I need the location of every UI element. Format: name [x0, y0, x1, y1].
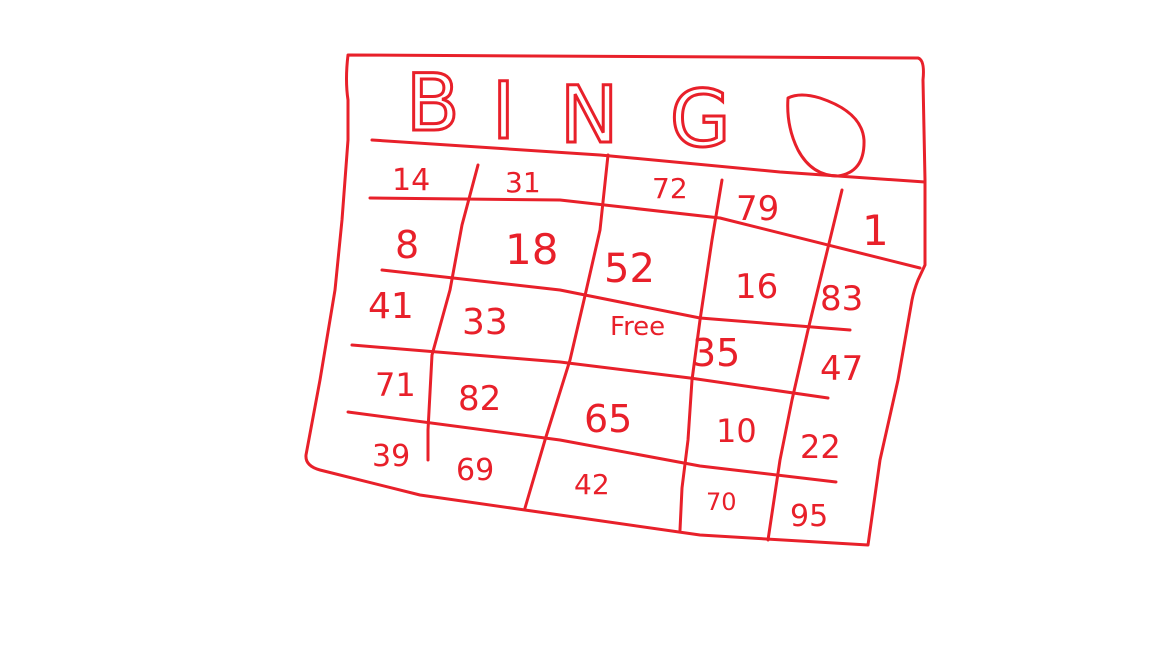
- cell-i1: 31: [505, 166, 541, 199]
- cell-g5: 70: [706, 488, 737, 516]
- cell-b4: 71: [375, 366, 416, 404]
- cell-i3: 33: [462, 302, 508, 343]
- title-letter-o: [786, 93, 866, 178]
- cell-i2: 18: [505, 225, 558, 274]
- cell-i4: 82: [458, 379, 501, 419]
- cell-o4: 22: [800, 428, 841, 466]
- cell-o2: 83: [820, 279, 863, 319]
- bingo-card-drawing: B I N G O 14 31 72 79 1 8 18 52 16 83 41…: [304, 53, 927, 547]
- cell-n3-free: Free: [610, 312, 665, 342]
- cell-o1: 1: [862, 206, 889, 255]
- cell-b3: 41: [368, 286, 414, 327]
- cell-b2: 8: [395, 223, 419, 267]
- col-line-2: [523, 153, 610, 510]
- cell-g1: 79: [736, 189, 779, 229]
- cell-b5: 39: [372, 439, 410, 474]
- cell-o3: 47: [820, 349, 863, 389]
- title-letter-b: B: [406, 59, 460, 149]
- cell-g3: 35: [692, 331, 740, 375]
- cell-g2: 16: [735, 267, 778, 307]
- title-letter-n: N: [560, 71, 618, 161]
- title-letter-g: G: [670, 75, 730, 165]
- cell-n2: 52: [604, 246, 655, 292]
- cell-n4: 65: [584, 397, 632, 441]
- cell-o5: 95: [790, 499, 828, 534]
- title-letter-i: I: [492, 67, 515, 157]
- cell-n5: 42: [574, 468, 610, 501]
- cell-i5: 69: [456, 453, 494, 488]
- cell-g4: 10: [716, 412, 757, 450]
- cell-b1: 14: [392, 163, 430, 198]
- bingo-title: B I N G O: [405, 58, 866, 178]
- row-line-3: [350, 343, 830, 400]
- cell-n1: 72: [652, 172, 688, 205]
